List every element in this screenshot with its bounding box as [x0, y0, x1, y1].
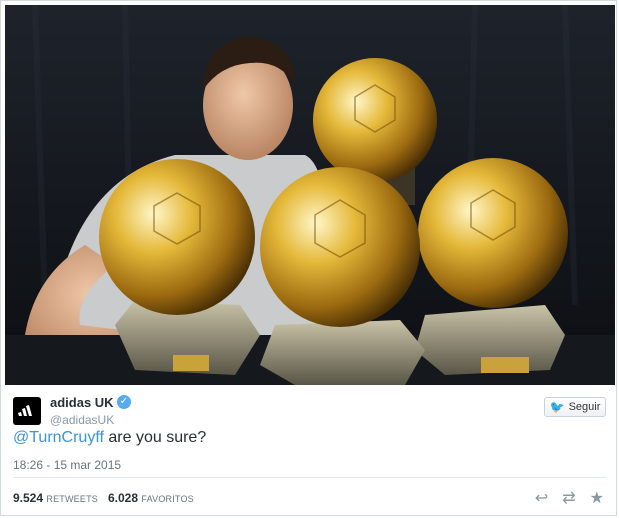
- account-handle[interactable]: @adidasUK: [50, 413, 114, 427]
- tweet-actions: ↩ ⇄ ★: [535, 488, 604, 508]
- tweet-header: adidas UK ✓ @adidasUK 🐦 Seguir: [13, 393, 606, 431]
- mention-link[interactable]: @TurnCruyff: [13, 429, 104, 446]
- reply-icon[interactable]: ↩: [535, 488, 548, 508]
- divider: [13, 477, 606, 478]
- account-name[interactable]: adidas UK: [50, 395, 114, 410]
- favorites-count[interactable]: 6.028: [108, 491, 138, 505]
- retweet-icon[interactable]: ⇄: [562, 488, 575, 508]
- favorites-label[interactable]: FAVORITOS: [141, 494, 193, 504]
- verified-badge-icon: ✓: [117, 395, 131, 409]
- avatar[interactable]: [13, 397, 41, 425]
- tweet-body: are you sure?: [103, 429, 207, 446]
- tweet-text: @TurnCruyff are you sure?: [13, 429, 206, 447]
- twitter-bird-icon: 🐦: [549, 400, 565, 414]
- retweets-label[interactable]: RETWEETS: [46, 494, 98, 504]
- tweet-card: adidas UK ✓ @adidasUK 🐦 Seguir @TurnCruy…: [0, 0, 617, 516]
- tweet-timestamp[interactable]: 18:26 - 15 mar 2015: [13, 458, 121, 472]
- follow-button[interactable]: 🐦 Seguir: [544, 397, 606, 417]
- follow-label: Seguir: [568, 401, 601, 413]
- tweet-photo[interactable]: [5, 5, 615, 385]
- retweets-count[interactable]: 9.524: [13, 491, 43, 505]
- star-icon[interactable]: ★: [590, 488, 604, 508]
- adidas-logo-icon: [18, 405, 32, 416]
- tweet-stats: 9.524 RETWEETS 6.028 FAVORITOS: [13, 491, 194, 505]
